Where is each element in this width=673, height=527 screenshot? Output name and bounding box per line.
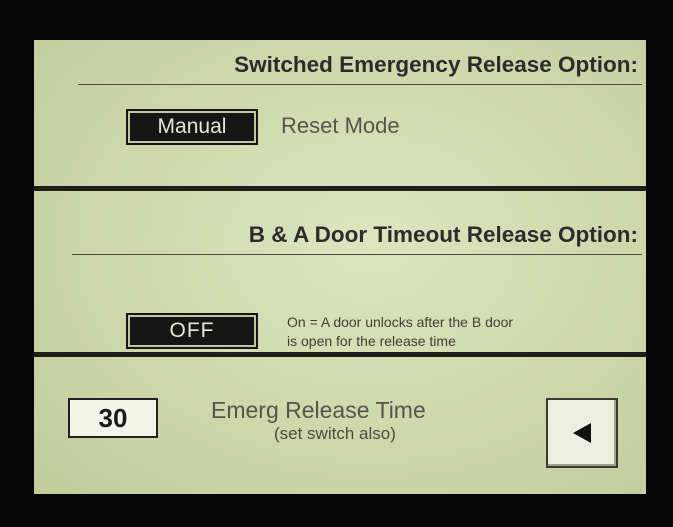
left-triangle-icon: [573, 423, 591, 443]
door-timeout-panel: B & A Door Timeout Release Option: OFF O…: [34, 193, 646, 351]
touch-screen: Switched Emergency Release Option: Manua…: [34, 40, 646, 494]
manual-mode-button[interactable]: Manual: [126, 109, 258, 145]
description-line-2: is open for the release time: [287, 333, 456, 349]
title-underline: [78, 84, 642, 85]
back-button[interactable]: [546, 398, 618, 468]
description-line-1: On = A door unlocks after the B door: [287, 314, 514, 330]
timeout-toggle-button[interactable]: OFF: [126, 313, 258, 349]
emergency-release-title: Switched Emergency Release Option:: [234, 52, 638, 77]
emergency-release-panel: Switched Emergency Release Option: Manua…: [34, 40, 646, 185]
release-time-label: Emerg Release Time: [211, 397, 426, 423]
section-divider: [34, 186, 646, 191]
release-time-sublabel: (set switch also): [274, 424, 396, 443]
door-timeout-title: B & A Door Timeout Release Option:: [248, 222, 638, 247]
release-time-value[interactable]: 30: [68, 398, 158, 438]
release-time-panel: 30 Emerg Release Time (set switch also): [34, 360, 646, 494]
title-underline: [72, 254, 642, 255]
reset-mode-option[interactable]: Reset Mode: [281, 113, 400, 139]
section-divider: [34, 352, 646, 357]
timeout-description: On = A door unlocks after the B door is …: [287, 313, 513, 351]
